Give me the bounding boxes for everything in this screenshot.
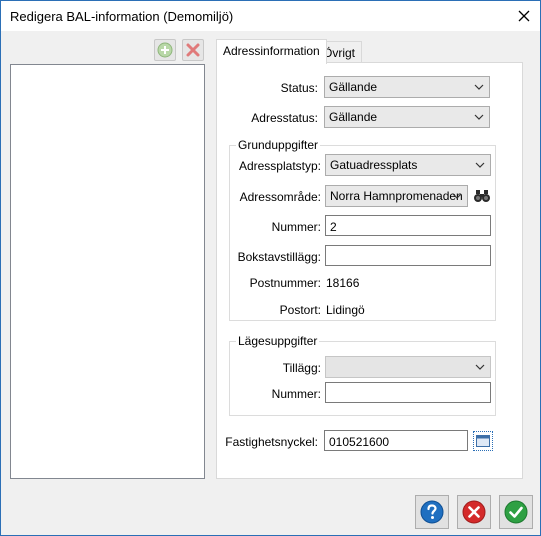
chevron-down-icon xyxy=(474,84,484,90)
adressplatstyp-value: Gatuadressplats xyxy=(330,158,418,172)
help-icon xyxy=(420,500,444,524)
binoculars-icon xyxy=(474,190,490,202)
adressomrade-select[interactable]: Norra Hamnpromenaden xyxy=(325,185,468,207)
add-button[interactable] xyxy=(154,39,176,61)
bokstavstillagg-label: Bokstavstillägg: xyxy=(237,250,321,264)
status-label: Status: xyxy=(280,81,318,95)
close-button[interactable] xyxy=(508,1,540,31)
close-icon xyxy=(518,10,530,22)
tab-label: Adressinformation xyxy=(223,44,320,58)
ok-button[interactable] xyxy=(499,495,533,529)
address-list[interactable] xyxy=(10,64,205,479)
postnummer-label: Postnummer: xyxy=(249,276,321,290)
fastighetsnyckel-label: Fastighetsnyckel: xyxy=(225,435,318,449)
grunduppgifter-group: Grunduppgifter Adressplatstyp: Gatuadres… xyxy=(229,138,496,321)
help-button[interactable] xyxy=(415,495,449,529)
red-x-icon xyxy=(186,43,200,57)
window-icon xyxy=(476,435,490,447)
delete-button[interactable] xyxy=(182,39,204,61)
chevron-down-icon xyxy=(475,162,485,168)
adressomrade-label: Adressområde: xyxy=(239,190,321,204)
adresstatus-select[interactable]: Gällande xyxy=(324,106,490,128)
ok-icon xyxy=(504,500,528,524)
adressplatstyp-label: Adressplatstyp: xyxy=(238,159,321,173)
tab-panel-adressinformation: Status: Gällande Adresstatus: Gällande G… xyxy=(216,62,523,479)
lage-nummer-input[interactable] xyxy=(325,382,491,403)
adressomrade-value: Norra Hamnpromenaden xyxy=(330,189,463,203)
nummer-input[interactable] xyxy=(325,215,491,236)
search-adressomrade-button[interactable] xyxy=(472,186,492,206)
tab-label: Övrigt xyxy=(323,46,356,60)
adressplatstyp-select[interactable]: Gatuadressplats xyxy=(325,154,491,176)
plus-circle-icon xyxy=(157,42,173,58)
grunduppgifter-legend: Grunduppgifter xyxy=(236,138,321,152)
cancel-icon xyxy=(462,500,486,524)
postort-label: Postort: xyxy=(279,303,321,317)
lagesuppgifter-legend: Lägesuppgifter xyxy=(236,334,320,348)
tab-adressinformation[interactable]: Adressinformation xyxy=(216,39,327,64)
lagesuppgifter-group: Lägesuppgifter Tillägg: Nummer: xyxy=(229,334,496,416)
bokstavstillagg-input[interactable] xyxy=(325,245,491,266)
chevron-down-icon xyxy=(475,364,485,370)
tillagg-select[interactable] xyxy=(325,356,491,378)
cancel-button[interactable] xyxy=(457,495,491,529)
status-select[interactable]: Gällande xyxy=(324,76,490,98)
postnummer-value: 18166 xyxy=(326,276,360,290)
fastighetsnyckel-input[interactable] xyxy=(324,430,468,451)
adresstatus-label: Adresstatus: xyxy=(251,111,318,125)
lage-nummer-label: Nummer: xyxy=(271,387,321,401)
title-bar: Redigera BAL-information (Demomiljö) xyxy=(0,0,541,31)
adresstatus-value: Gällande xyxy=(329,110,378,124)
chevron-down-icon xyxy=(452,193,462,199)
fastighet-browse-button[interactable] xyxy=(473,431,493,451)
chevron-down-icon xyxy=(474,114,484,120)
status-value: Gällande xyxy=(329,80,378,94)
nummer-label: Nummer: xyxy=(271,220,321,234)
tillagg-label: Tillägg: xyxy=(282,361,321,375)
window-title: Redigera BAL-information (Demomiljö) xyxy=(10,9,234,24)
postort-value: Lidingö xyxy=(326,303,365,317)
